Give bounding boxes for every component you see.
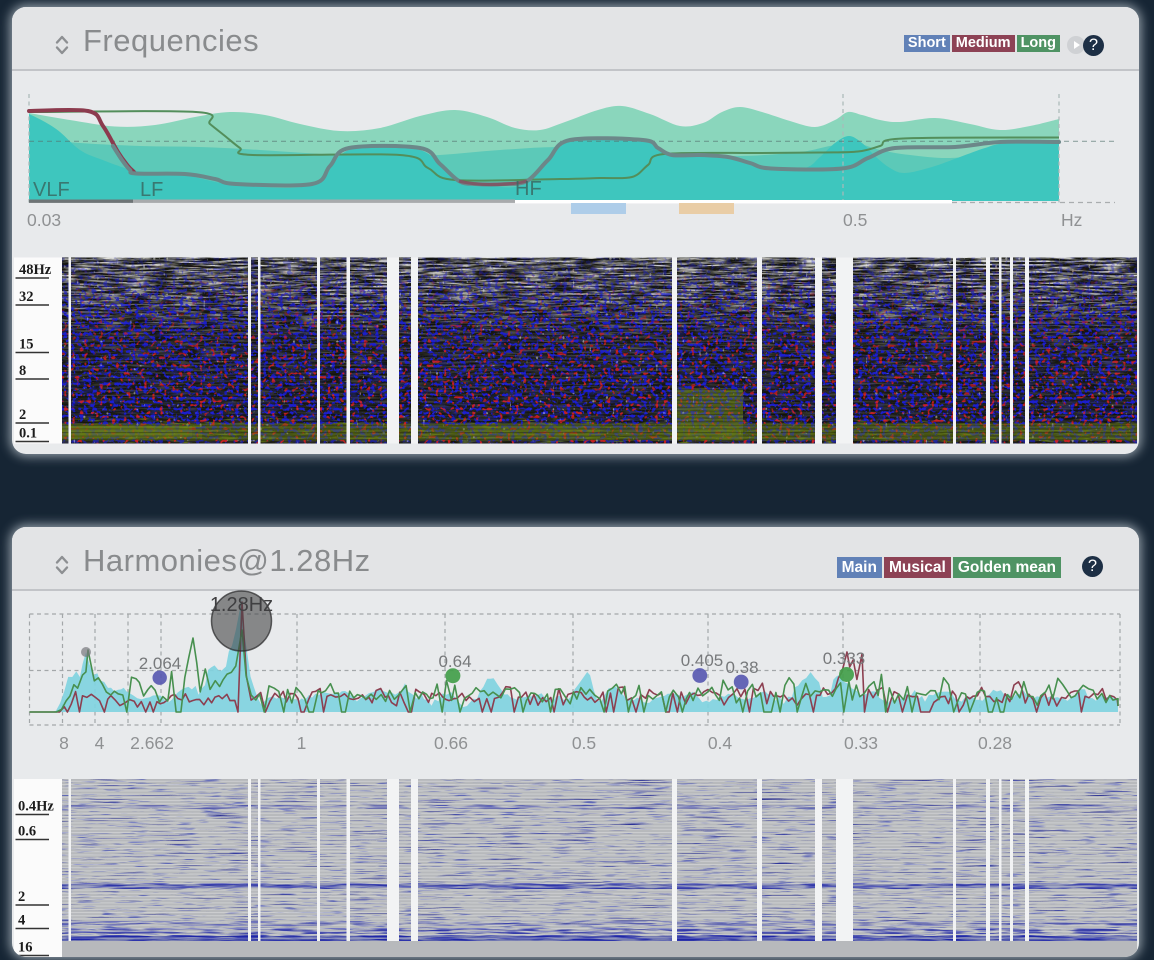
svg-text:0.66: 0.66 [434,733,468,753]
svg-text:0.6: 0.6 [18,824,36,840]
svg-text:48Hz: 48Hz [19,262,52,278]
svg-text:0.4Hz: 0.4Hz [18,799,54,815]
svg-text:VLF: VLF [33,179,70,201]
svg-text:LF: LF [140,179,163,201]
svg-text:4: 4 [18,913,25,929]
svg-text:0.405: 0.405 [681,651,724,670]
svg-text:HF: HF [515,178,542,200]
svg-text:2.662: 2.662 [130,733,174,753]
svg-text:16: 16 [18,940,33,956]
svg-text:2: 2 [19,407,26,423]
svg-text:0.28: 0.28 [978,733,1012,753]
svg-text:0.1: 0.1 [19,426,37,442]
svg-text:0.5: 0.5 [572,733,596,753]
svg-text:32: 32 [19,289,34,305]
svg-text:0.38: 0.38 [725,658,758,677]
svg-text:0.4: 0.4 [708,733,733,753]
svg-text:0.33: 0.33 [844,733,878,753]
svg-text:0.03: 0.03 [27,210,61,230]
svg-text:0.333: 0.333 [823,649,866,668]
svg-text:0.5: 0.5 [843,210,867,230]
svg-text:1: 1 [297,733,307,753]
svg-text:2: 2 [18,889,25,905]
svg-text:2.064: 2.064 [139,654,182,673]
svg-text:8: 8 [59,733,69,753]
svg-text:Hz: Hz [1061,210,1082,230]
svg-text:4: 4 [95,733,105,753]
svg-text:15: 15 [19,337,34,353]
svg-text:1.28Hz: 1.28Hz [210,594,273,616]
svg-text:8: 8 [19,363,26,379]
svg-text:0.64: 0.64 [438,652,471,671]
